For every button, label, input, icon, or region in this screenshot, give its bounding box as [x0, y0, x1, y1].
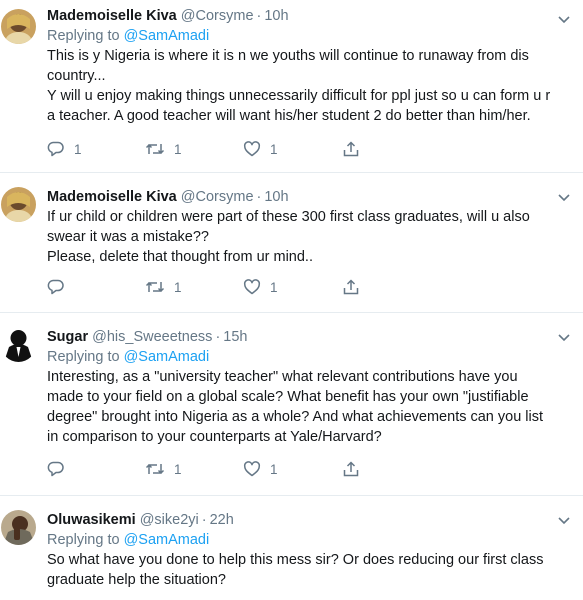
- tweet[interactable]: Mademoiselle Kiva @Corsyme · 10h If ur chi…: [0, 173, 583, 313]
- retweet-icon: [145, 463, 165, 475]
- user-handle[interactable]: @sike2yi: [140, 512, 199, 528]
- reply-button[interactable]: [47, 459, 74, 479]
- tweet-header: Sugar @his_Sweeetness · 15h: [47, 327, 571, 347]
- tweet-text: So what have you done to help this mess …: [47, 550, 571, 590]
- reply-icon: [47, 141, 64, 157]
- timestamp[interactable]: 15h: [223, 329, 247, 345]
- reply-icon: [47, 461, 64, 477]
- separator-dot: ·: [256, 189, 262, 205]
- retweet-icon: [145, 143, 165, 155]
- reply-icon: [47, 279, 64, 295]
- timestamp[interactable]: 10h: [264, 8, 288, 24]
- retweet-button[interactable]: 1: [145, 139, 182, 159]
- share-icon: [343, 279, 359, 295]
- like-count: 1: [270, 141, 278, 157]
- tweet-text-line: If ur child or children were part of the…: [47, 209, 530, 225]
- avatar[interactable]: [1, 187, 36, 222]
- replying-to-label: Replying to: [47, 28, 120, 44]
- separator-dot: ·: [201, 512, 207, 528]
- tweet-text-line: This is y Nigeria is where it is n we yo…: [47, 48, 529, 64]
- like-button[interactable]: 1: [243, 139, 278, 159]
- display-name[interactable]: Mademoiselle Kiva: [47, 8, 177, 24]
- tweet[interactable]: Sugar @his_Sweeetness · 15h Replying to @S…: [0, 313, 583, 496]
- like-icon: [243, 141, 261, 157]
- user-handle[interactable]: @his_Sweeetness: [92, 329, 212, 345]
- replying-to: Replying to @SamAmadi: [47, 347, 571, 367]
- tweet-text-line: a teacher. A good teacher will want his/…: [47, 108, 531, 124]
- reply-button[interactable]: 1: [47, 139, 82, 159]
- avatar[interactable]: [1, 9, 36, 44]
- share-button[interactable]: [342, 139, 360, 159]
- tweet-text-line: So what have you done to help this mess …: [47, 552, 544, 568]
- replying-to-link[interactable]: @SamAmadi: [124, 349, 210, 365]
- display-name[interactable]: Mademoiselle Kiva: [47, 189, 177, 205]
- like-count: 1: [270, 279, 278, 295]
- tweet-header: Mademoiselle Kiva @Corsyme · 10h: [47, 6, 571, 26]
- retweet-icon: [145, 281, 165, 293]
- like-button[interactable]: 1: [243, 459, 278, 479]
- retweet-count: 1: [174, 461, 182, 477]
- like-count: 1: [270, 461, 278, 477]
- display-name[interactable]: Sugar: [47, 329, 88, 345]
- like-button[interactable]: 1: [243, 277, 278, 297]
- like-icon: [243, 279, 261, 295]
- tweet-text: This is y Nigeria is where it is n we yo…: [47, 46, 571, 126]
- separator-dot: ·: [215, 329, 221, 345]
- share-button[interactable]: [342, 459, 360, 479]
- user-handle[interactable]: @Corsyme: [181, 189, 254, 205]
- timestamp[interactable]: 22h: [210, 512, 234, 528]
- like-icon: [243, 461, 261, 477]
- replying-to: Replying to @SamAmadi: [47, 530, 571, 550]
- display-name[interactable]: Oluwasikemi: [47, 512, 136, 528]
- retweet-count: 1: [174, 279, 182, 295]
- tweet[interactable]: Oluwasikemi @sike2yi · 22h Replying to @Sa…: [0, 496, 583, 600]
- avatar[interactable]: [1, 327, 36, 362]
- replying-to: Replying to @SamAmadi: [47, 26, 571, 46]
- tweet-text-line: Y will u enjoy making things unnecessari…: [47, 88, 551, 104]
- tweet-text-line: degree" brought into Nigeria as a whole?…: [47, 409, 544, 425]
- replying-to-label: Replying to: [47, 532, 120, 548]
- reply-count: 1: [74, 141, 82, 157]
- retweet-button[interactable]: 1: [145, 459, 182, 479]
- share-icon: [343, 461, 359, 477]
- user-handle[interactable]: @Corsyme: [181, 8, 254, 24]
- retweet-count: 1: [174, 141, 182, 157]
- share-button[interactable]: [342, 277, 360, 297]
- reply-button[interactable]: [47, 277, 74, 297]
- tweet-header: Mademoiselle Kiva @Corsyme · 10h: [47, 187, 571, 207]
- replying-to-link[interactable]: @SamAmadi: [124, 532, 210, 548]
- timestamp[interactable]: 10h: [264, 189, 288, 205]
- tweet-actions: 1 1: [47, 459, 377, 479]
- tweet[interactable]: Mademoiselle Kiva @Corsyme · 10h Replying …: [0, 0, 583, 173]
- replying-to-label: Replying to: [47, 349, 120, 365]
- tweet-text-line: country...: [47, 68, 106, 84]
- tweet-text: If ur child or children were part of the…: [47, 207, 571, 267]
- separator-dot: ·: [256, 8, 262, 24]
- share-icon: [343, 141, 359, 157]
- avatar[interactable]: [1, 510, 36, 545]
- tweet-header: Oluwasikemi @sike2yi · 22h: [47, 510, 571, 530]
- tweet-text: Interesting, as a "university teacher" w…: [47, 367, 571, 447]
- tweet-text-line: graduate help the situation?: [47, 572, 226, 588]
- replying-to-link[interactable]: @SamAmadi: [124, 28, 210, 44]
- retweet-button[interactable]: 1: [145, 277, 182, 297]
- tweet-actions: 1 1 1: [47, 139, 377, 159]
- tweet-text-line: Please, delete that thought from ur mind…: [47, 249, 313, 265]
- tweet-text-line: made to your field on a global scale? Wh…: [47, 389, 529, 405]
- tweet-text-line: swear it was a mistake??: [47, 229, 209, 245]
- tweet-actions: 1 1: [47, 277, 377, 297]
- tweet-text-line: Interesting, as a "university teacher" w…: [47, 369, 518, 385]
- tweet-text-line: in comparison to your counterparts at Ya…: [47, 429, 382, 445]
